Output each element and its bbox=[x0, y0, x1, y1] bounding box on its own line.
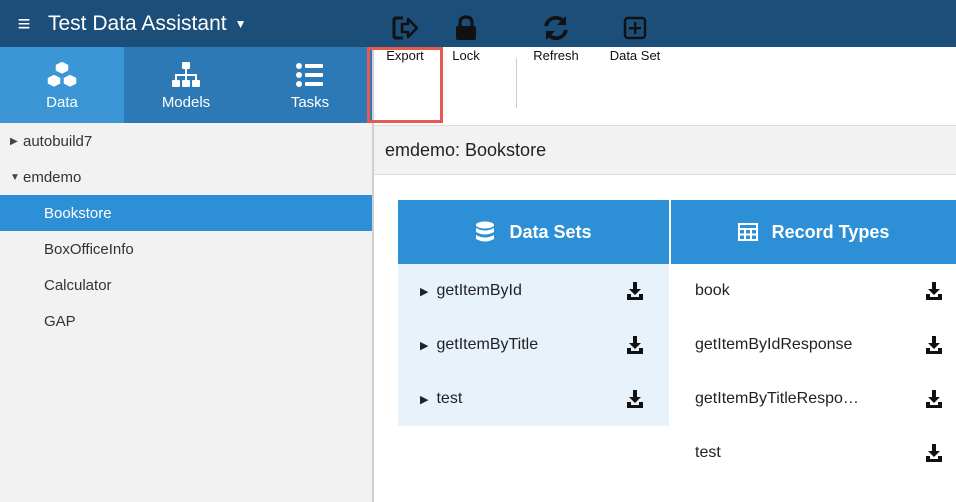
export-label: Export bbox=[386, 47, 424, 63]
refresh-button[interactable]: Refresh bbox=[528, 0, 584, 76]
record-type-name: getItemByTitleRespo… bbox=[695, 390, 859, 407]
tree-item-gap[interactable]: GAP bbox=[0, 303, 372, 339]
data-sets-title: Data Sets bbox=[509, 221, 592, 242]
data-set-label: Data Set bbox=[609, 47, 661, 63]
caret-right-icon[interactable]: ▶ bbox=[420, 339, 428, 352]
caret-down-icon[interactable]: ▼ bbox=[10, 172, 20, 183]
tree-node-label: emdemo bbox=[23, 168, 82, 186]
download-icon[interactable] bbox=[925, 335, 943, 360]
tab-data-label: Data bbox=[46, 93, 78, 111]
refresh-label: Refresh bbox=[533, 47, 579, 63]
export-icon bbox=[392, 16, 419, 39]
record-type-name: book bbox=[695, 282, 730, 299]
record-types-header: Record Types bbox=[671, 200, 956, 264]
app-title[interactable]: Test Data Assistant bbox=[48, 12, 227, 36]
tree-node-label: autobuild7 bbox=[23, 132, 93, 150]
caret-right-icon[interactable]: ▶ bbox=[420, 393, 428, 406]
table-icon bbox=[737, 223, 758, 241]
download-icon[interactable] bbox=[626, 389, 644, 414]
data-set-name: getItemByTitle bbox=[436, 336, 539, 353]
project-tree: ▶ autobuild7 ▼ emdemo Bookstore BoxOffic… bbox=[0, 123, 372, 502]
data-sets-list: ▶ getItemById ▶ getItemByTitle ▶ test bbox=[398, 264, 669, 426]
download-icon[interactable] bbox=[925, 443, 943, 468]
cubes-icon bbox=[46, 59, 78, 88]
add-data-set-button[interactable]: Data Set bbox=[600, 0, 670, 76]
refresh-icon bbox=[544, 15, 568, 40]
database-icon bbox=[476, 221, 495, 242]
tree-item-label: BoxOfficeInfo bbox=[44, 240, 134, 258]
tab-models[interactable]: Models bbox=[124, 47, 248, 123]
tree-item-bookstore[interactable]: Bookstore bbox=[0, 195, 372, 231]
tree-node-autobuild7[interactable]: ▶ autobuild7 bbox=[0, 123, 372, 159]
tab-tasks-label: Tasks bbox=[290, 93, 330, 111]
data-set-name: test bbox=[436, 390, 463, 407]
tree-node-emdemo[interactable]: ▼ emdemo bbox=[0, 159, 372, 195]
hamburger-menu-icon[interactable]: ≡ bbox=[0, 0, 48, 47]
list-item[interactable]: getItemByTitleRespo… bbox=[671, 372, 956, 426]
list-item[interactable]: book bbox=[671, 264, 956, 318]
page-title: emdemo: Bookstore bbox=[374, 125, 956, 175]
download-icon[interactable] bbox=[925, 389, 943, 414]
list-item[interactable]: ▶ test bbox=[398, 372, 669, 426]
data-set-name: getItemById bbox=[436, 282, 522, 299]
list-item[interactable]: getItemByIdResponse bbox=[671, 318, 956, 372]
download-icon[interactable] bbox=[626, 335, 644, 360]
caret-right-icon[interactable]: ▶ bbox=[420, 285, 428, 298]
download-icon[interactable] bbox=[626, 281, 644, 306]
left-nav-tabs: Data Models Tasks bbox=[0, 47, 372, 123]
record-type-name: getItemByIdResponse bbox=[695, 336, 853, 353]
record-types-title: Record Types bbox=[771, 221, 890, 242]
data-sets-header: Data Sets bbox=[398, 200, 669, 264]
lock-label: Lock bbox=[452, 47, 480, 63]
tab-data[interactable]: Data bbox=[0, 47, 124, 123]
lock-icon bbox=[456, 14, 476, 40]
plus-square-icon bbox=[623, 16, 647, 39]
record-types-list: book getItemByIdResponse getItemByTitleR… bbox=[671, 264, 956, 480]
lock-button[interactable]: Lock bbox=[446, 0, 486, 76]
tab-tasks[interactable]: Tasks bbox=[248, 47, 372, 123]
toolbar-separator bbox=[516, 58, 517, 108]
list-item[interactable]: test bbox=[671, 426, 956, 480]
tree-item-calculator[interactable]: Calculator bbox=[0, 267, 372, 303]
sitemap-icon bbox=[172, 61, 200, 87]
list-icon bbox=[296, 62, 323, 87]
tab-models-label: Models bbox=[161, 93, 211, 111]
list-item[interactable]: ▶ getItemByTitle bbox=[398, 318, 669, 372]
export-button[interactable]: Export bbox=[378, 0, 432, 76]
tree-item-label: GAP bbox=[44, 312, 76, 330]
app-menu-caret-icon[interactable]: ▼ bbox=[235, 17, 247, 31]
caret-right-icon[interactable]: ▶ bbox=[10, 136, 18, 147]
tree-item-label: Calculator bbox=[44, 276, 112, 294]
record-type-name: test bbox=[695, 444, 721, 461]
list-item[interactable]: ▶ getItemById bbox=[398, 264, 669, 318]
tree-item-label: Bookstore bbox=[44, 204, 112, 222]
tree-item-boxofficeinfo[interactable]: BoxOfficeInfo bbox=[0, 231, 372, 267]
download-icon[interactable] bbox=[925, 281, 943, 306]
